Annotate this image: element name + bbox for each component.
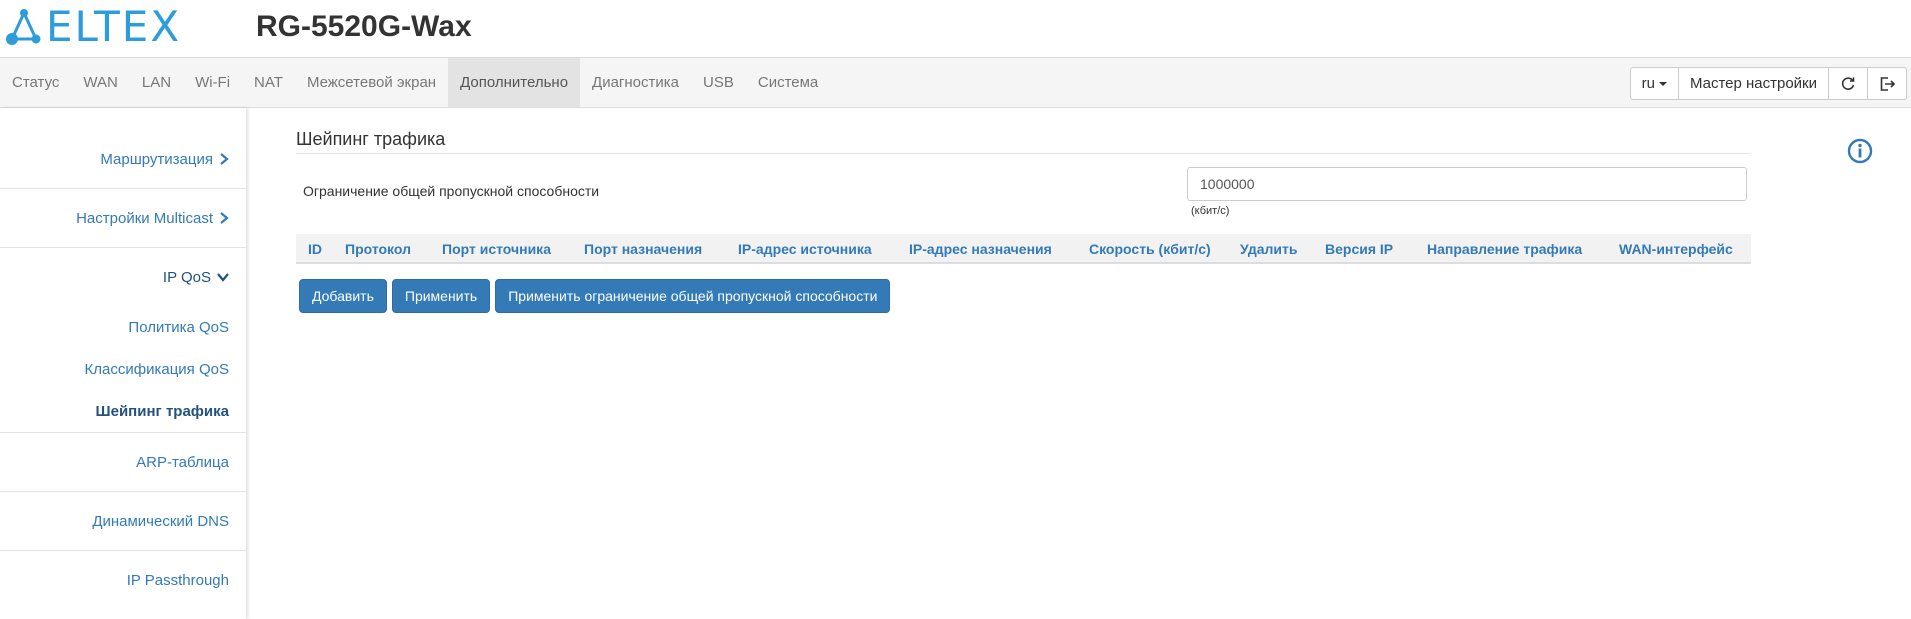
column-header-id[interactable]: ID (308, 241, 322, 257)
setup-wizard-button[interactable]: Мастер настройки (1677, 67, 1829, 100)
sidebar-item-ipqos[interactable]: IP QoS (0, 248, 246, 306)
apply-bandwidth-limit-button[interactable]: Применить ограничение общей пропускной с… (495, 279, 891, 313)
sidebar: Маршрутизация Настройки Multicast IP QoS… (0, 108, 246, 619)
sidebar-item-multicast[interactable]: Настройки Multicast (0, 189, 246, 247)
nav-item-lan[interactable]: LAN (130, 58, 183, 107)
logout-button[interactable] (1867, 67, 1907, 100)
column-header-source-ip[interactable]: IP-адрес источника (738, 241, 872, 257)
sidebar-item-qos-classification[interactable]: Классификация QoS (0, 348, 246, 390)
nav-item-wan[interactable]: WAN (71, 58, 129, 107)
column-header-speed[interactable]: Скорость (кбит/с) (1089, 241, 1211, 257)
add-button[interactable]: Добавить (299, 279, 387, 313)
top-navbar: Статус WAN LAN Wi-Fi NAT Межсетевой экра… (0, 57, 1911, 108)
sidebar-item-traffic-shaping[interactable]: Шейпинг трафика (0, 390, 246, 432)
bandwidth-limit-input[interactable] (1187, 167, 1747, 201)
shaping-table-header: ID Протокол Порт источника Порт назначен… (296, 234, 1751, 264)
nav-item-status[interactable]: Статус (0, 58, 71, 107)
sidebar-item-arp-table[interactable]: ARP-таблица (0, 433, 246, 491)
column-header-wan-interface[interactable]: WAN-интерфейс (1619, 241, 1733, 257)
language-dropdown[interactable]: ru (1629, 67, 1679, 100)
apply-button[interactable]: Применить (391, 279, 491, 313)
nav-item-firewall[interactable]: Межсетевой экран (295, 58, 448, 107)
logo-text: ELTEX (46, 2, 182, 51)
chevron-right-icon (220, 153, 229, 165)
sidebar-item-routing[interactable]: Маршрутизация (0, 130, 246, 188)
column-header-traffic-direction[interactable]: Направление трафика (1427, 241, 1582, 257)
bandwidth-limit-label: Ограничение общей пропускной способности (303, 183, 600, 199)
chevron-right-icon (220, 212, 229, 224)
refresh-icon (1841, 76, 1855, 90)
nav-right-controls: ru Мастер настройки (1629, 67, 1907, 100)
nav-item-advanced[interactable]: Дополнительно (448, 58, 581, 107)
sidebar-item-dynamic-dns[interactable]: Динамический DNS (0, 492, 246, 550)
info-icon[interactable] (1847, 138, 1873, 164)
bandwidth-unit-label: (кбит/с) (1191, 205, 1230, 217)
device-model-title: RG-5520G-Wax (256, 10, 472, 43)
chevron-down-icon (217, 273, 229, 282)
nav-menu: Статус WAN LAN Wi-Fi NAT Межсетевой экра… (0, 58, 830, 107)
chevron-down-icon (1658, 81, 1667, 86)
refresh-button[interactable] (1828, 67, 1868, 100)
sidebar-group-ip-passthrough: IP Passthrough (0, 551, 246, 609)
sidebar-item-label: Маршрутизация (100, 150, 213, 168)
column-header-destination-ip[interactable]: IP-адрес назначения (909, 241, 1052, 257)
nav-item-nat[interactable]: NAT (242, 58, 295, 107)
action-buttons: Добавить Применить Применить ограничение… (299, 279, 895, 313)
page-title: Шейпинг трафика (296, 128, 1751, 154)
eltex-logo-icon (6, 9, 41, 45)
column-header-protocol[interactable]: Протокол (345, 241, 411, 257)
sidebar-group-ddns: Динамический DNS (0, 492, 246, 551)
nav-item-usb[interactable]: USB (691, 58, 746, 107)
column-header-source-port[interactable]: Порт источника (442, 241, 551, 257)
column-header-ip-version[interactable]: Версия IP (1325, 241, 1393, 257)
header: ELTEX RG-5520G-Wax (0, 0, 1911, 57)
sidebar-item-label: IP QoS (162, 268, 211, 286)
sidebar-group-multicast: Настройки Multicast (0, 189, 246, 248)
nav-item-system[interactable]: Система (746, 58, 830, 107)
column-header-destination-port[interactable]: Порт назначения (584, 241, 702, 257)
sidebar-item-ip-passthrough[interactable]: IP Passthrough (0, 551, 246, 609)
sidebar-item-qos-policy[interactable]: Политика QoS (0, 306, 246, 348)
sidebar-group-arp: ARP-таблица (0, 433, 246, 492)
nav-item-wifi[interactable]: Wi-Fi (183, 58, 242, 107)
column-header-delete[interactable]: Удалить (1240, 241, 1297, 257)
language-value: ru (1641, 75, 1655, 92)
nav-item-diagnostics[interactable]: Диагностика (580, 58, 691, 107)
eltex-logo[interactable]: ELTEX (4, 4, 181, 50)
logout-icon (1880, 76, 1895, 91)
sidebar-item-label: Настройки Multicast (76, 209, 213, 227)
sidebar-group-ipqos: IP QoS Политика QoS Классификация QoS Ше… (0, 248, 246, 433)
sidebar-group-routing: Маршрутизация (0, 130, 246, 189)
